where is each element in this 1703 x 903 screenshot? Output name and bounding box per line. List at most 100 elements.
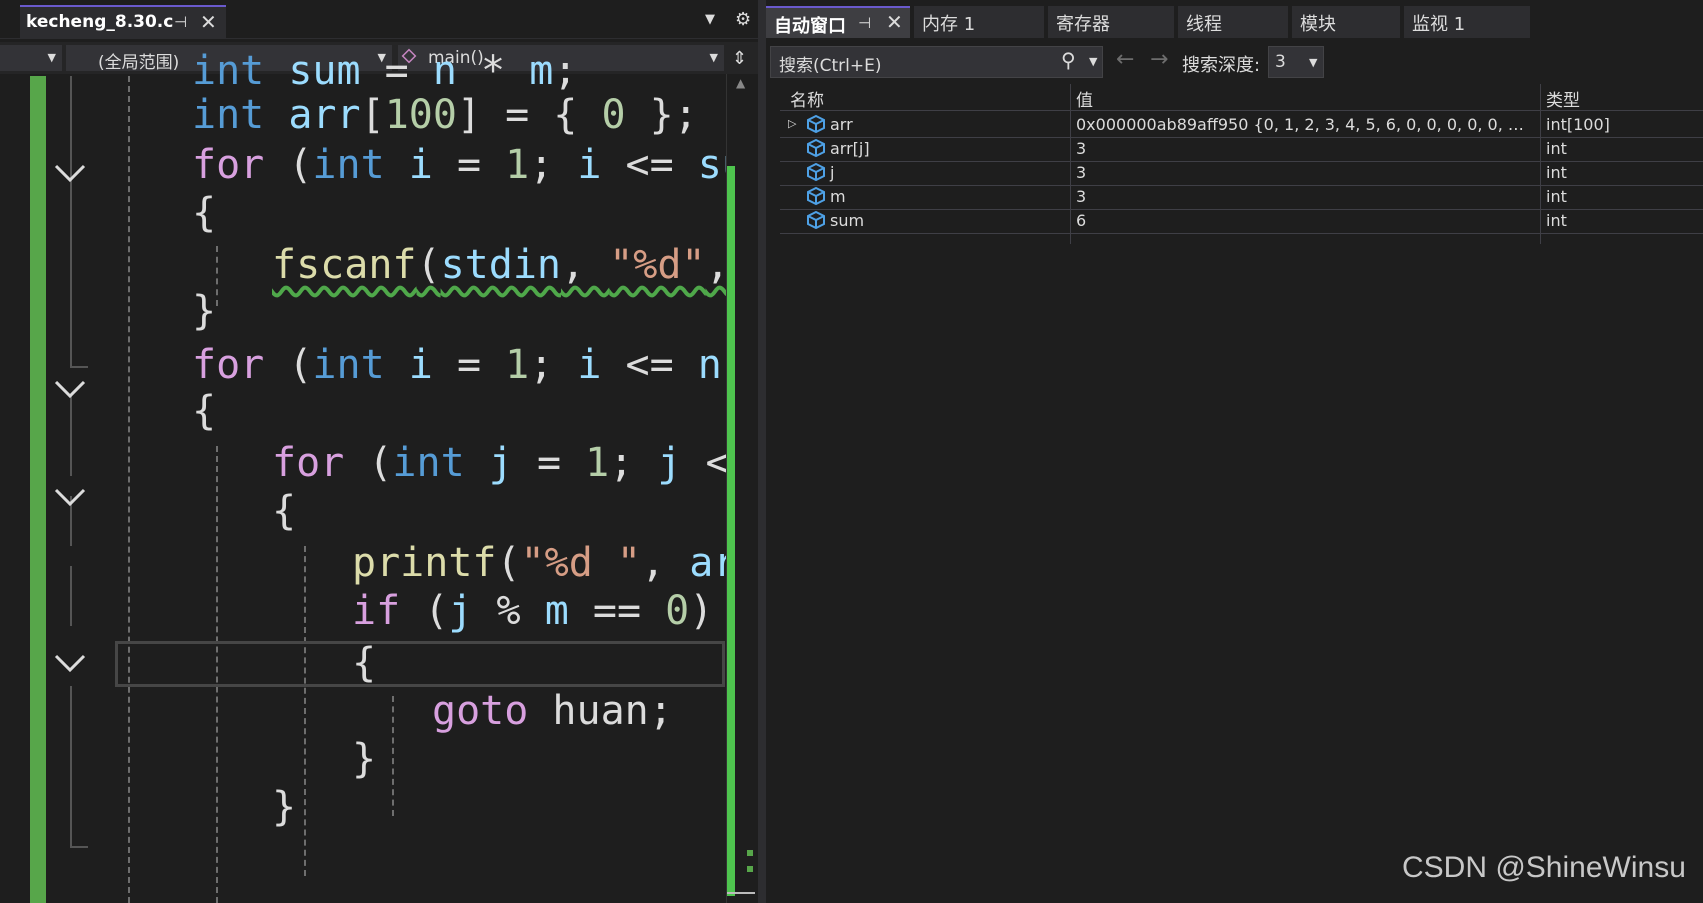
tab-registers[interactable]: 寄存器 <box>1048 6 1174 38</box>
close-icon[interactable]: ✕ <box>886 10 903 34</box>
expand-arrow-icon[interactable]: ▷ <box>788 117 796 130</box>
code-token: 0 <box>665 588 690 634</box>
code-token: "%d" <box>609 242 706 288</box>
code-line[interactable]: printf("%d ", ar <box>352 538 737 588</box>
code-line[interactable]: int sum = n * m; <box>192 46 577 96</box>
close-icon[interactable]: ✕ <box>200 10 217 34</box>
code-line[interactable]: for (int j = 1; j <= <box>272 438 754 488</box>
code-line[interactable]: } <box>272 782 296 832</box>
variable-type: int <box>1546 139 1567 158</box>
code-token: stdin <box>440 242 562 288</box>
code-line[interactable]: { <box>192 188 216 238</box>
scrollbar-change-marker <box>727 166 735 896</box>
collapse-chevron-icon[interactable] <box>52 652 92 682</box>
tab-label: 模块 <box>1300 14 1336 35</box>
variable-row[interactable]: m 3 int <box>780 184 1703 210</box>
code-line[interactable]: } <box>192 286 216 336</box>
code-line[interactable]: if (j % m == 0) <box>352 586 713 636</box>
column-header-type[interactable]: 类型 <box>1546 86 1580 111</box>
pin-icon[interactable]: ⊣ <box>858 14 871 32</box>
code-line[interactable]: fscanf(stdin, "%d", <box>272 240 730 290</box>
variable-row[interactable]: j 3 int <box>780 160 1703 186</box>
code-line[interactable]: { <box>192 386 216 436</box>
code-line[interactable]: for (int i = 1; i <= sum <box>192 140 758 190</box>
code-token: , <box>561 242 610 288</box>
code-token: }; <box>625 92 698 138</box>
collapse-chevron-icon[interactable] <box>52 486 92 516</box>
chevron-down-icon[interactable]: ▼ <box>1089 55 1097 68</box>
outline-guide <box>70 566 72 626</box>
variable-row[interactable]: arr[j] 3 int <box>780 136 1703 162</box>
column-header-name[interactable]: 名称 <box>790 86 824 111</box>
variable-icon <box>806 210 826 234</box>
code-line[interactable]: } <box>352 734 376 784</box>
autos-window: 自动窗口 ⊣ ✕ 内存 1 寄存器 线程 模块 监视 1 搜索(Ctrl+E) … <box>766 0 1703 903</box>
code-token: j <box>448 588 473 634</box>
tab-modules[interactable]: 模块 <box>1292 6 1400 38</box>
variable-icon <box>806 114 826 138</box>
document-tab[interactable]: kecheng_8.30.c ⊣ ✕ <box>20 5 226 38</box>
code-token: n <box>697 342 722 388</box>
code-line[interactable]: int arr[100] = { 0 }; <box>192 90 698 140</box>
code-token: 100 <box>384 92 457 138</box>
code-token: n <box>432 48 457 94</box>
vertical-scrollbar[interactable]: ▲ <box>726 74 758 903</box>
project-dropdown[interactable]: ▼ <box>0 45 62 71</box>
debug-tool-tabs: 自动窗口 ⊣ ✕ 内存 1 寄存器 线程 模块 监视 1 <box>766 0 1703 42</box>
code-token: = <box>360 48 433 94</box>
search-input[interactable]: 搜索(Ctrl+E) ⚲ ▼ <box>770 46 1103 78</box>
tab-threads[interactable]: 线程 <box>1178 6 1288 38</box>
code-line[interactable]: for (int i = 1; i <= n; <box>192 340 746 390</box>
pin-icon[interactable]: ⊣ <box>174 13 187 31</box>
tab-list-dropdown-icon[interactable]: ▼ <box>705 12 715 27</box>
variable-value[interactable]: 3 <box>1076 187 1528 206</box>
code-token: ; <box>529 342 578 388</box>
collapse-chevron-icon[interactable] <box>52 162 92 192</box>
split-window-icon[interactable]: ⇕ <box>732 48 747 69</box>
back-arrow-icon[interactable]: ← <box>1116 47 1134 72</box>
code-line[interactable]: { <box>272 486 296 536</box>
collapse-chevron-icon[interactable] <box>52 378 92 408</box>
grid-header: 名称 值 类型 <box>780 84 1703 111</box>
search-depth-select[interactable]: 3 ▼ <box>1268 46 1324 78</box>
variable-row[interactable]: sum 6 int <box>780 208 1703 234</box>
chevron-down-icon: ▼ <box>709 51 718 64</box>
scrollbar-marker <box>747 850 753 856</box>
code-token: ; <box>553 48 578 94</box>
code-token: i <box>577 142 602 188</box>
code-line[interactable]: goto huan; <box>432 686 673 736</box>
code-token: 1 <box>505 342 530 388</box>
code-token: } <box>192 288 217 334</box>
search-icon[interactable]: ⚲ <box>1061 48 1076 72</box>
scroll-up-arrow-icon[interactable]: ▲ <box>736 76 745 90</box>
variable-name: arr <box>830 115 853 134</box>
code-editor[interactable]: kecheng_8.30.c ⊣ ✕ ▼ ⚙ ▼ (全局范围) ▼ main()… <box>0 0 758 903</box>
code-token: for <box>192 142 265 188</box>
code-token: 1 <box>585 440 610 486</box>
panel-splitter[interactable] <box>758 0 766 903</box>
forward-arrow-icon[interactable]: → <box>1150 47 1168 72</box>
tab-watch[interactable]: 监视 1 <box>1404 6 1530 38</box>
code-token: { <box>192 388 217 434</box>
code-token: ( <box>344 440 393 486</box>
code-token: { <box>192 190 217 236</box>
code-token: ) <box>689 588 714 634</box>
outline-guide <box>70 396 72 476</box>
variable-value[interactable]: 3 <box>1076 163 1528 182</box>
variable-value[interactable]: 3 <box>1076 139 1528 158</box>
code-token: = <box>432 142 506 188</box>
tab-memory[interactable]: 内存 1 <box>914 6 1044 38</box>
variable-row[interactable]: ▷ arr 0x000000ab89aff950 {0, 1, 2, 3, 4, 5… <box>780 112 1703 138</box>
indent-guide <box>216 246 218 306</box>
scrollbar-marker <box>747 866 753 872</box>
code-token: goto <box>432 688 529 734</box>
variable-value[interactable]: 6 <box>1076 211 1528 230</box>
code-line[interactable]: { <box>352 638 376 688</box>
variable-value[interactable]: 0x000000ab89aff950 {0, 1, 2, 3, 4, 5, 6,… <box>1076 115 1528 134</box>
code-area[interactable]: int sum = n * m; int arr[100] = { 0 }; for… <box>0 48 758 903</box>
code-token: ( <box>496 540 521 586</box>
outline-guide <box>70 846 88 848</box>
gear-icon[interactable]: ⚙ <box>735 9 751 30</box>
tab-autos[interactable]: 自动窗口 ⊣ ✕ <box>766 6 910 38</box>
column-header-value[interactable]: 值 <box>1076 86 1093 111</box>
